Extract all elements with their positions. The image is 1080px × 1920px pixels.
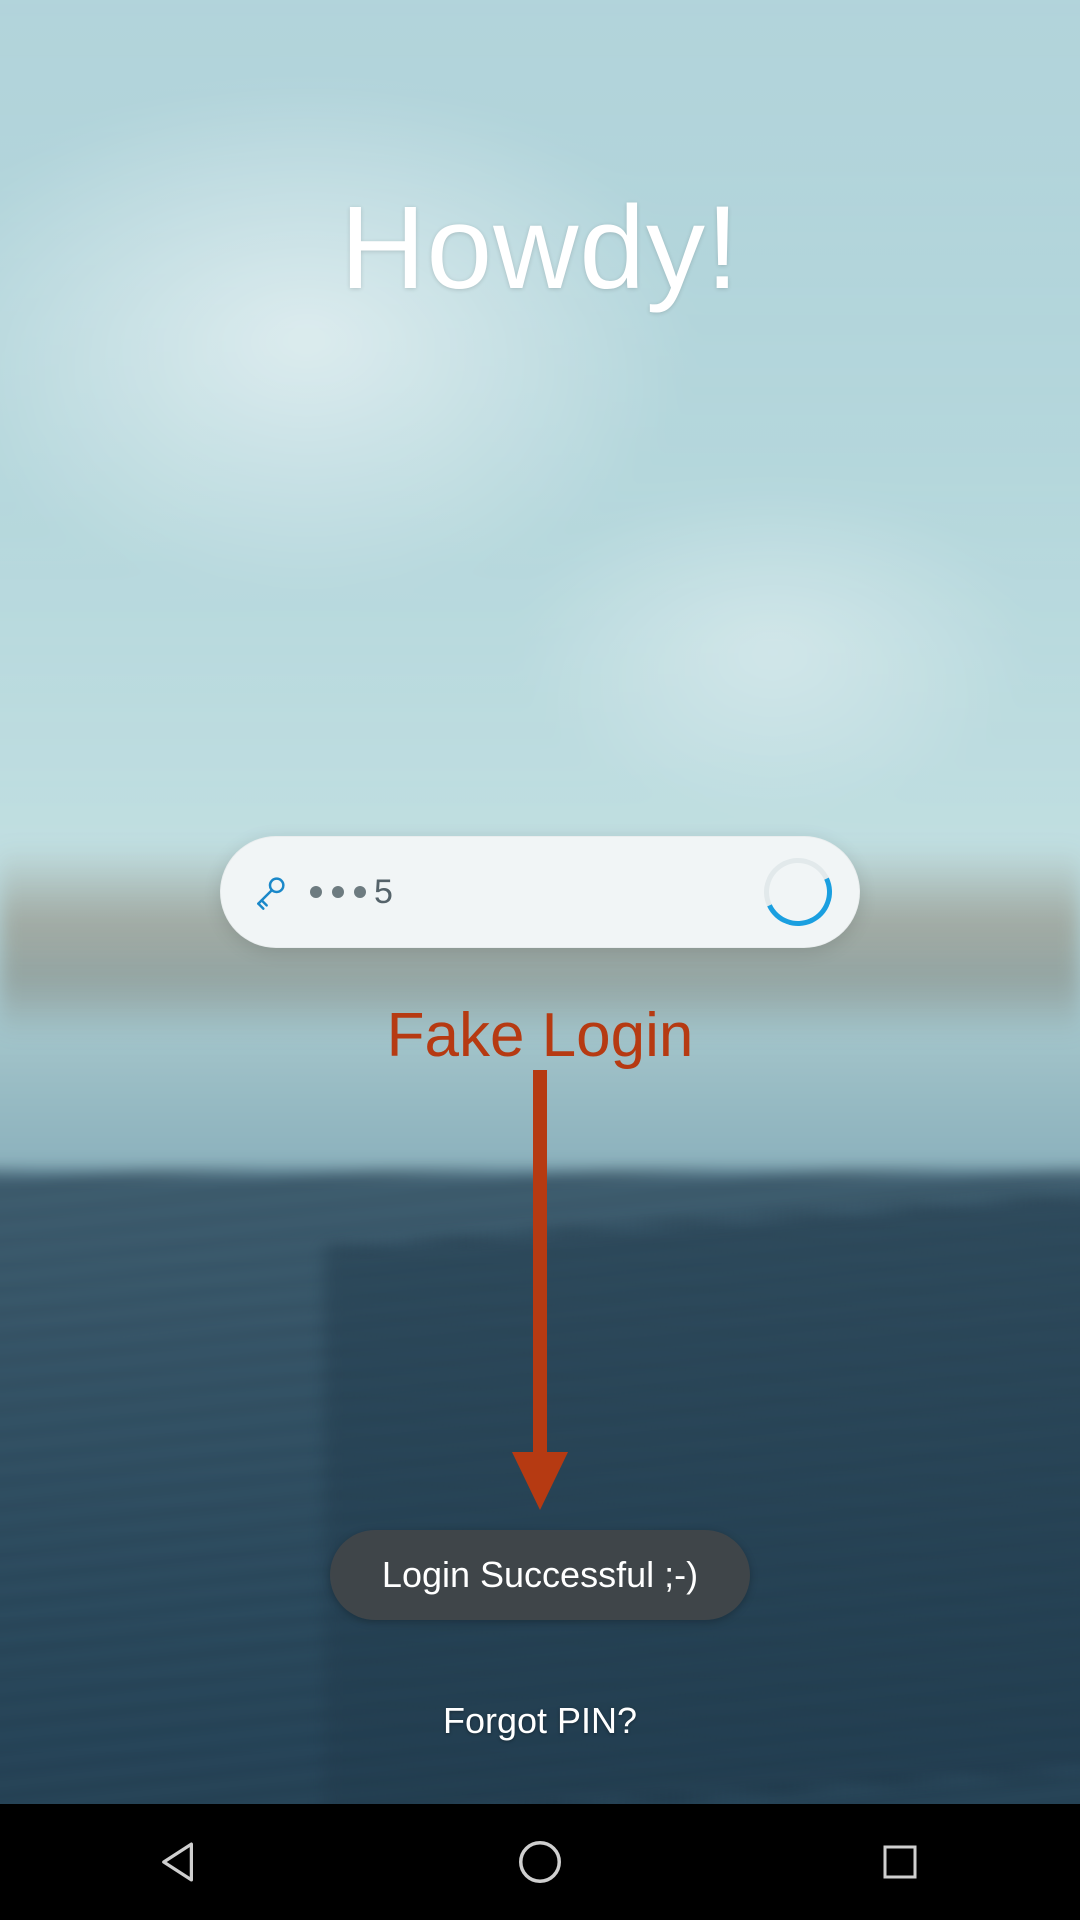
pin-input[interactable]: 5	[220, 836, 860, 948]
nav-recents-button[interactable]	[868, 1830, 932, 1894]
nav-home-button[interactable]	[508, 1830, 572, 1894]
login-toast: Login Successful ;-)	[330, 1530, 750, 1620]
annotation-label: Fake Login	[0, 1000, 1080, 1071]
pin-masked-dots: 5	[310, 873, 393, 912]
pin-last-char: 5	[374, 873, 393, 912]
arrow-down-icon	[510, 1070, 570, 1510]
greeting-title: Howdy!	[0, 180, 1080, 316]
nav-back-button[interactable]	[148, 1830, 212, 1894]
android-navbar	[0, 1804, 1080, 1920]
forgot-pin-link[interactable]: Forgot PIN?	[0, 1700, 1080, 1742]
key-icon	[248, 870, 292, 914]
loading-spinner-icon	[764, 858, 832, 926]
